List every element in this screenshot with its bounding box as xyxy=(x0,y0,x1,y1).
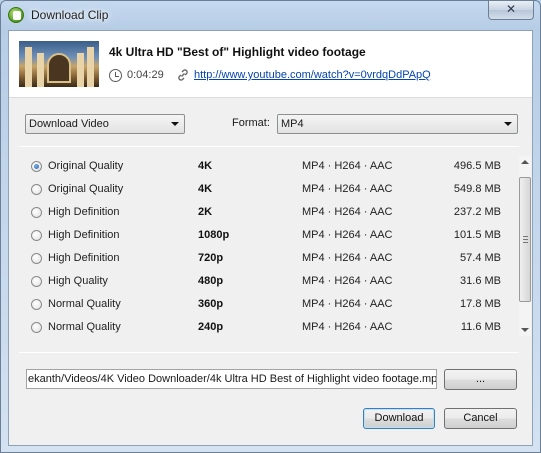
quality-option[interactable]: High Definition 720p MP4 · H264 · AAC 57… xyxy=(19,248,507,271)
quality-resolution: 2K xyxy=(198,206,213,218)
quality-size: 237.2 MB xyxy=(453,206,501,218)
video-info-header: 4k Ultra HD "Best of" Highlight video fo… xyxy=(9,31,532,98)
download-clip-dialog: Download Clip ✕ 4k Ultra HD "Best of" Hi… xyxy=(0,0,541,453)
quality-resolution: 240p xyxy=(198,321,224,333)
close-button[interactable]: ✕ xyxy=(488,1,534,20)
download-type-dropdown[interactable]: Download Video xyxy=(25,114,185,134)
quality-codec: MP4 · H264 · AAC xyxy=(302,206,393,218)
scroll-down-icon[interactable] xyxy=(521,328,529,332)
radio-button[interactable] xyxy=(31,207,42,218)
quality-label: Normal Quality xyxy=(48,298,121,310)
quality-option[interactable]: Normal Quality 360p MP4 · H264 · AAC 17.… xyxy=(19,294,507,317)
quality-label: High Definition xyxy=(48,252,120,264)
quality-list-scrollbar[interactable] xyxy=(519,156,531,336)
quality-size: 101.5 MB xyxy=(453,229,501,241)
quality-codec: MP4 · H264 · AAC xyxy=(302,252,393,264)
quality-codec: MP4 · H264 · AAC xyxy=(302,275,393,287)
divider xyxy=(19,352,519,353)
download-type-value: Download Video xyxy=(29,118,109,130)
quality-option[interactable]: High Definition 1080p MP4 · H264 · AAC 1… xyxy=(19,225,507,248)
format-dropdown[interactable]: MP4 xyxy=(277,114,518,134)
quality-resolution: 480p xyxy=(198,275,224,287)
download-button[interactable]: Download xyxy=(363,408,435,429)
quality-codec: MP4 · H264 · AAC xyxy=(302,298,393,310)
quality-option[interactable]: High Quality 480p MP4 · H264 · AAC 31.6 … xyxy=(19,271,507,294)
chevron-down-icon xyxy=(171,122,179,126)
radio-button[interactable] xyxy=(31,230,42,241)
video-thumbnail xyxy=(19,41,99,87)
quality-label: High Quality xyxy=(48,275,108,287)
app-logo-icon xyxy=(8,7,24,23)
quality-resolution: 360p xyxy=(198,298,224,310)
quality-option[interactable]: Normal Quality 240p MP4 · H264 · AAC 11.… xyxy=(19,317,507,340)
window-title: Download Clip xyxy=(31,8,109,22)
quality-option[interactable]: High Definition 2K MP4 · H264 · AAC 237.… xyxy=(19,202,507,225)
quality-codec: MP4 · H264 · AAC xyxy=(302,183,393,195)
scroll-up-icon[interactable] xyxy=(521,160,529,164)
quality-size: 549.8 MB xyxy=(453,183,501,195)
browse-button[interactable]: ... xyxy=(444,369,517,390)
save-path-field[interactable]: ekanth/Videos/4K Video Downloader/4k Ult… xyxy=(26,369,437,389)
quality-label: Normal Quality xyxy=(48,321,121,333)
quality-resolution: 4K xyxy=(198,183,213,195)
title-bar[interactable]: Download Clip ✕ xyxy=(1,1,540,31)
video-duration: 0:04:29 xyxy=(127,69,164,81)
quality-size: 57.4 MB xyxy=(460,252,501,264)
quality-list: Original Quality 4K MP4 · H264 · AAC 496… xyxy=(19,156,531,336)
video-title: 4k Ultra HD "Best of" Highlight video fo… xyxy=(109,45,366,59)
radio-button[interactable] xyxy=(31,322,42,333)
quality-resolution: 720p xyxy=(198,252,224,264)
quality-label: Original Quality xyxy=(48,160,124,172)
video-url-link[interactable]: http://www.youtube.com/watch?v=0vrdqDdPA… xyxy=(194,69,431,81)
chevron-down-icon xyxy=(504,122,512,126)
quality-resolution: 1080p xyxy=(198,229,230,241)
quality-codec: MP4 · H264 · AAC xyxy=(302,160,393,172)
quality-size: 11.6 MB xyxy=(460,321,501,333)
quality-label: Original Quality xyxy=(48,183,124,195)
quality-label: High Definition xyxy=(48,229,120,241)
divider xyxy=(19,146,519,147)
format-value: MP4 xyxy=(281,118,304,130)
dialog-body: 4k Ultra HD "Best of" Highlight video fo… xyxy=(8,30,533,446)
clock-icon xyxy=(109,69,122,82)
link-icon xyxy=(178,69,188,81)
quality-label: High Definition xyxy=(48,206,120,218)
format-label: Format: xyxy=(232,117,270,129)
radio-button[interactable] xyxy=(31,184,42,195)
radio-button[interactable] xyxy=(31,253,42,264)
radio-button[interactable] xyxy=(31,276,42,287)
quality-codec: MP4 · H264 · AAC xyxy=(302,321,393,333)
quality-option[interactable]: Original Quality 4K MP4 · H264 · AAC 496… xyxy=(19,156,507,179)
radio-button[interactable] xyxy=(31,299,42,310)
quality-resolution: 4K xyxy=(198,160,213,172)
quality-codec: MP4 · H264 · AAC xyxy=(302,229,393,241)
scroll-thumb[interactable] xyxy=(519,177,531,302)
quality-option[interactable]: Original Quality 4K MP4 · H264 · AAC 549… xyxy=(19,179,507,202)
quality-size: 31.6 MB xyxy=(460,275,501,287)
radio-button[interactable] xyxy=(31,161,42,172)
quality-size: 17.8 MB xyxy=(460,298,501,310)
quality-size: 496.5 MB xyxy=(453,160,501,172)
cancel-button[interactable]: Cancel xyxy=(444,408,517,429)
